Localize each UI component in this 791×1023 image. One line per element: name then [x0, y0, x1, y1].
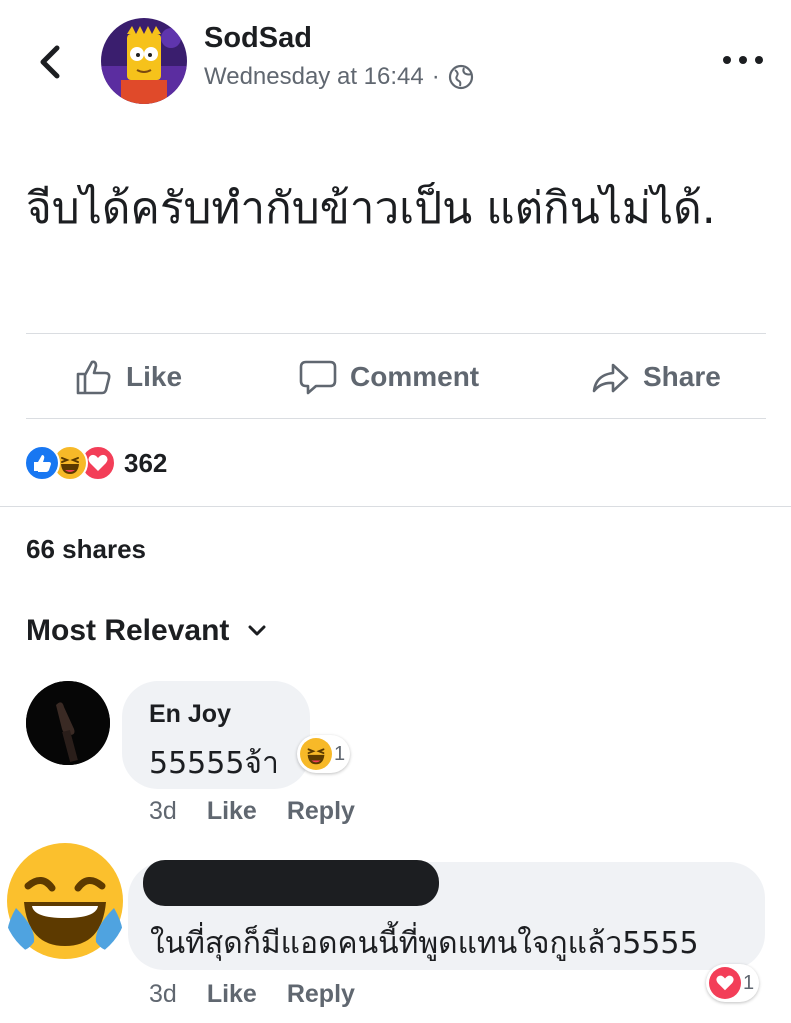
- author-name[interactable]: SodSad: [204, 22, 312, 55]
- comment-icon: [299, 360, 337, 395]
- sort-label: Most Relevant: [26, 614, 230, 647]
- meta-separator: ·: [431, 63, 440, 90]
- redacted-commenter-name: [143, 860, 439, 906]
- post-text: จีบได้ครับทำกับข้าวเป็น แต่กินไม่ได้.: [26, 183, 716, 234]
- comment-like-button[interactable]: Like: [207, 980, 257, 1009]
- comment-reply-button[interactable]: Reply: [287, 980, 355, 1009]
- commenter-avatar[interactable]: [26, 681, 110, 765]
- comment-meta: 3d Like Reply: [149, 797, 385, 826]
- comment-like-button[interactable]: Like: [207, 797, 257, 826]
- back-button[interactable]: [30, 38, 70, 86]
- comment-reaction-count: 1: [334, 742, 346, 765]
- comment-text: 55555จ้า: [149, 746, 279, 781]
- shares-count[interactable]: 66 shares: [26, 534, 146, 565]
- thumbs-up-icon: [76, 360, 111, 395]
- haha-reaction-icon: [300, 738, 332, 770]
- like-reaction-icon: [24, 445, 60, 481]
- like-button[interactable]: Like: [74, 336, 182, 418]
- comment-reply-button[interactable]: Reply: [287, 797, 355, 826]
- reactions-summary[interactable]: 362: [24, 444, 167, 482]
- comment-reaction-count: 1: [743, 971, 755, 994]
- divider: [26, 418, 766, 419]
- more-dot-icon: [755, 56, 763, 64]
- comment-reaction-badge[interactable]: 1: [297, 735, 351, 773]
- divider: [26, 333, 766, 334]
- chevron-left-icon: [40, 45, 60, 79]
- comment-sort-dropdown[interactable]: Most Relevant: [26, 614, 267, 648]
- comment-age: 3d: [149, 980, 177, 1008]
- commenter-name[interactable]: En Joy: [149, 700, 231, 729]
- reaction-count: 362: [124, 447, 168, 478]
- share-button[interactable]: Share: [591, 336, 721, 418]
- commenter-avatar[interactable]: [2, 838, 128, 964]
- like-label: Like: [126, 361, 183, 392]
- share-arrow-icon: [592, 363, 629, 393]
- post-timestamp[interactable]: Wednesday at 16:44: [204, 63, 424, 91]
- post-action-bar: Like Comment Share: [0, 336, 791, 418]
- divider: [0, 506, 791, 507]
- more-dot-icon: [723, 56, 731, 64]
- comment-text: ในที่สุดก็มีแอดคนนี้ที่พูดแทนใจกูแล้ว555…: [150, 926, 699, 961]
- post-meta: Wednesday at 16:44 ·: [204, 63, 474, 91]
- comment-button[interactable]: Comment: [298, 336, 479, 418]
- comment-age: 3d: [149, 797, 177, 825]
- comment-reaction-badge[interactable]: 1: [706, 964, 760, 1002]
- comment-label: Comment: [350, 361, 480, 392]
- globe-icon: [448, 64, 473, 90]
- more-options-button[interactable]: [723, 48, 763, 72]
- more-dot-icon: [739, 56, 747, 64]
- love-reaction-icon: [709, 967, 741, 999]
- post-header: SodSad Wednesday at 16:44 ·: [0, 0, 791, 125]
- author-avatar[interactable]: [101, 18, 187, 104]
- comment-meta: 3d Like Reply: [149, 980, 385, 1009]
- chevron-down-icon: [248, 625, 266, 636]
- share-label: Share: [643, 361, 721, 392]
